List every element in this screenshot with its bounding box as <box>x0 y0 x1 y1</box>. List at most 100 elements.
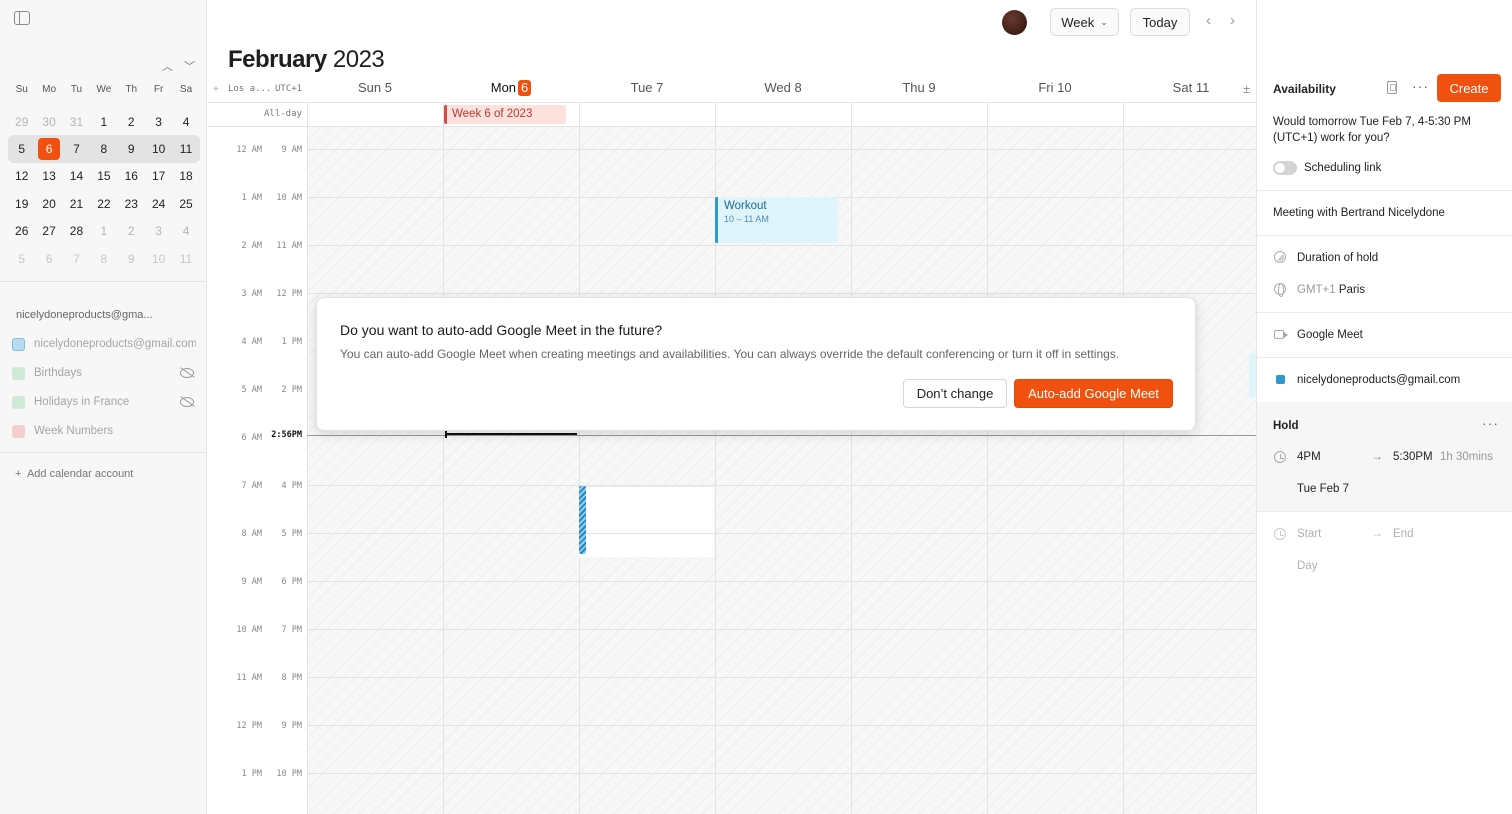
mini-day[interactable]: 9 <box>118 142 145 156</box>
availability-message[interactable]: Would tomorrow Tue Feb 7, 4-5:30 PM (UTC… <box>1273 114 1501 146</box>
today-button[interactable]: Today <box>1130 8 1190 36</box>
timezone-secondary[interactable]: UTC+1 <box>275 84 302 94</box>
mini-day[interactable]: 1 <box>90 224 117 238</box>
avatar[interactable] <box>1002 10 1027 35</box>
calendar-color-swatch[interactable] <box>12 424 25 438</box>
prev-week-icon[interactable]: ‹ <box>1206 12 1211 29</box>
mini-day[interactable]: 4 <box>172 224 199 238</box>
collapse-allday-icon[interactable]: ± <box>1243 82 1250 96</box>
calendar-item[interactable]: Birthdays <box>12 363 196 383</box>
time-label: 1 AM <box>241 193 262 203</box>
mini-day[interactable]: 21 <box>63 197 90 211</box>
mini-day[interactable]: 3 <box>145 115 172 129</box>
calendar-color-swatch[interactable] <box>12 395 25 409</box>
mini-day[interactable]: 7 <box>63 252 90 266</box>
day-header[interactable]: Tue 7 <box>579 80 715 95</box>
eye-off-icon[interactable] <box>180 397 194 407</box>
day-header[interactable]: Sat 11 <box>1123 80 1259 95</box>
auto-add-google-meet-button[interactable]: Auto-add Google Meet <box>1014 379 1173 408</box>
calendar-color-swatch[interactable] <box>12 366 25 380</box>
sidebar-toggle-icon[interactable] <box>14 11 30 25</box>
mini-day[interactable]: 11 <box>172 252 199 266</box>
view-select-label: Week <box>1061 14 1095 30</box>
day-header[interactable]: Fri 10 <box>987 80 1123 95</box>
mini-day[interactable]: 13 <box>35 169 62 183</box>
calendar-item[interactable]: nicelydoneproducts@gmail.com <box>12 334 196 354</box>
mini-day-today[interactable]: 6 <box>35 138 62 161</box>
mini-calendar-prev-icon[interactable]: ︿ <box>162 58 173 74</box>
mini-day[interactable]: 17 <box>145 169 172 183</box>
mini-day[interactable]: 19 <box>8 197 35 211</box>
add-timezone-icon[interactable]: + <box>213 84 219 95</box>
mini-day[interactable]: 5 <box>8 142 35 156</box>
day-header[interactable]: Thu 9 <box>851 80 987 95</box>
mini-day[interactable]: 18 <box>172 169 199 183</box>
mini-day[interactable]: 20 <box>35 197 62 211</box>
hold-event-block[interactable] <box>579 486 714 557</box>
hold-end-time[interactable]: 5:30PM <box>1393 449 1433 465</box>
next-week-icon[interactable]: › <box>1230 12 1235 29</box>
day-input[interactable]: Day <box>1297 558 1317 574</box>
timezone-primary[interactable]: Los a... <box>228 84 271 94</box>
mini-day[interactable]: 23 <box>118 197 145 211</box>
mini-day[interactable]: 22 <box>90 197 117 211</box>
mini-day[interactable]: 28 <box>63 224 90 238</box>
day-header[interactable]: Sun 5 <box>307 80 443 95</box>
day-column-divider <box>987 103 988 814</box>
mini-day[interactable]: 2 <box>118 115 145 129</box>
eye-off-icon[interactable] <box>180 368 194 378</box>
hold-date[interactable]: Tue Feb 7 <box>1297 481 1349 497</box>
week-number-event[interactable]: Week 6 of 2023 <box>444 105 566 124</box>
mini-day[interactable]: 4 <box>172 115 199 129</box>
mini-day[interactable]: 24 <box>145 197 172 211</box>
create-button[interactable]: Create <box>1437 74 1501 102</box>
mini-day[interactable]: 14 <box>63 169 90 183</box>
mini-day[interactable]: 16 <box>118 169 145 183</box>
end-time-input[interactable]: End <box>1393 526 1413 542</box>
panel-divider <box>1257 235 1512 236</box>
mini-day[interactable]: 3 <box>145 224 172 238</box>
mini-day[interactable]: 31 <box>63 115 90 129</box>
calendar-field[interactable]: nicelydoneproducts@gmail.com <box>1297 372 1460 388</box>
mini-day[interactable]: 25 <box>172 197 199 211</box>
mini-day[interactable]: 15 <box>90 169 117 183</box>
day-header-today[interactable]: Mon 6 <box>443 80 579 96</box>
hold-event-indicator[interactable] <box>579 486 586 554</box>
meeting-title-field[interactable]: Meeting with Bertrand Nicelydone <box>1273 205 1445 221</box>
add-calendar-account-button[interactable]: + Add calendar account <box>15 468 133 480</box>
start-time-input[interactable]: Start <box>1297 526 1321 542</box>
calendar-item[interactable]: Week Numbers <box>12 421 196 441</box>
mini-day[interactable]: 27 <box>35 224 62 238</box>
timezone-field[interactable]: GMT+1 Paris <box>1297 282 1365 298</box>
scheduling-link-toggle[interactable] <box>1273 161 1297 175</box>
more-options-icon[interactable]: ··· <box>1412 78 1429 94</box>
day-header[interactable]: Wed 8 <box>715 80 851 95</box>
mini-calendar-next-icon[interactable]: ﹀ <box>184 58 195 74</box>
mini-day[interactable]: 8 <box>90 142 117 156</box>
mini-day[interactable]: 11 <box>172 142 199 156</box>
mini-day[interactable]: 1 <box>90 115 117 129</box>
mini-day[interactable]: 7 <box>63 142 90 156</box>
hold-start-time[interactable]: 4PM <box>1297 449 1321 465</box>
mini-day[interactable]: 8 <box>90 252 117 266</box>
mini-day[interactable]: 26 <box>8 224 35 238</box>
mini-day[interactable]: 5 <box>8 252 35 266</box>
mini-day[interactable]: 30 <box>35 115 62 129</box>
mini-day[interactable]: 2 <box>118 224 145 238</box>
dont-change-button[interactable]: Don’t change <box>903 379 1007 408</box>
calendar-color-swatch[interactable] <box>12 337 25 351</box>
hold-more-icon[interactable]: ··· <box>1482 415 1499 431</box>
calendar-item[interactable]: Holidays in France <box>12 392 196 412</box>
event-block[interactable] <box>1249 353 1256 398</box>
mini-day[interactable]: 9 <box>118 252 145 266</box>
view-select-button[interactable]: Week ⌄ <box>1050 8 1119 36</box>
mini-day[interactable]: 10 <box>145 142 172 156</box>
copy-icon[interactable] <box>1387 81 1397 94</box>
mini-day[interactable]: 12 <box>8 169 35 183</box>
mini-day[interactable]: 10 <box>145 252 172 266</box>
duration-of-hold-field[interactable]: Duration of hold <box>1297 250 1378 266</box>
conferencing-field[interactable]: Google Meet <box>1297 327 1363 343</box>
event-workout[interactable]: Workout 10 – 11 AM <box>715 197 838 243</box>
mini-day[interactable]: 6 <box>35 252 62 266</box>
mini-day[interactable]: 29 <box>8 115 35 129</box>
